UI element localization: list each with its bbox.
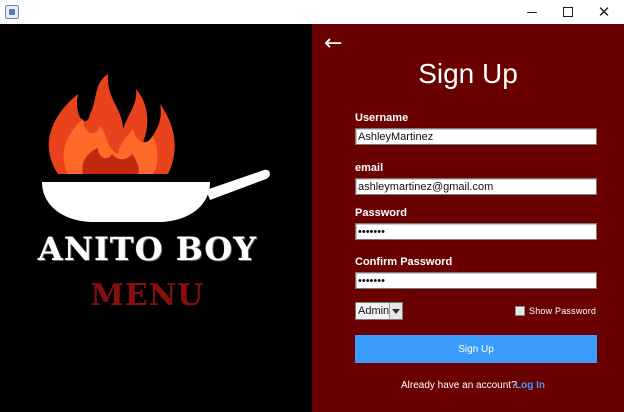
confirm-password-label: Confirm Password <box>355 256 453 268</box>
brand-panel: Anito Boy Menu <box>0 24 312 412</box>
title-bar: ✕ <box>0 0 624 24</box>
show-password-toggle[interactable]: Show Password <box>515 306 596 316</box>
brand-name: Anito Boy <box>37 230 258 268</box>
username-label: Username <box>355 112 409 124</box>
role-dropdown[interactable]: Admin <box>355 302 403 320</box>
password-field[interactable] <box>355 223 597 240</box>
chevron-down-icon[interactable] <box>389 303 402 319</box>
brand-subtitle: Menu <box>90 278 205 313</box>
flaming-pan-icon <box>42 74 270 222</box>
password-label: Password <box>355 207 407 219</box>
maximize-icon <box>563 7 573 17</box>
minimize-button[interactable] <box>514 0 550 24</box>
java-app-icon <box>5 5 19 19</box>
maximize-button[interactable] <box>550 0 586 24</box>
sign-up-button[interactable]: Sign Up <box>355 335 597 363</box>
page-title: Sign Up <box>418 58 518 89</box>
signup-panel: ← Sign Up Username email Password Confir… <box>312 24 624 412</box>
role-selected-value: Admin <box>358 305 390 317</box>
login-link[interactable]: Log In <box>515 380 545 391</box>
minimize-icon <box>527 11 537 13</box>
show-password-checkbox[interactable] <box>515 306 525 316</box>
login-prompt-text: Already have an account? <box>401 380 517 391</box>
back-arrow-icon[interactable]: ← <box>324 32 342 56</box>
username-field[interactable] <box>355 128 597 145</box>
email-field[interactable] <box>355 178 597 195</box>
show-password-label: Show Password <box>529 306 597 316</box>
confirm-password-field[interactable] <box>355 272 597 289</box>
email-label: email <box>355 162 384 174</box>
close-icon: ✕ <box>597 3 611 21</box>
close-button[interactable]: ✕ <box>586 0 622 24</box>
